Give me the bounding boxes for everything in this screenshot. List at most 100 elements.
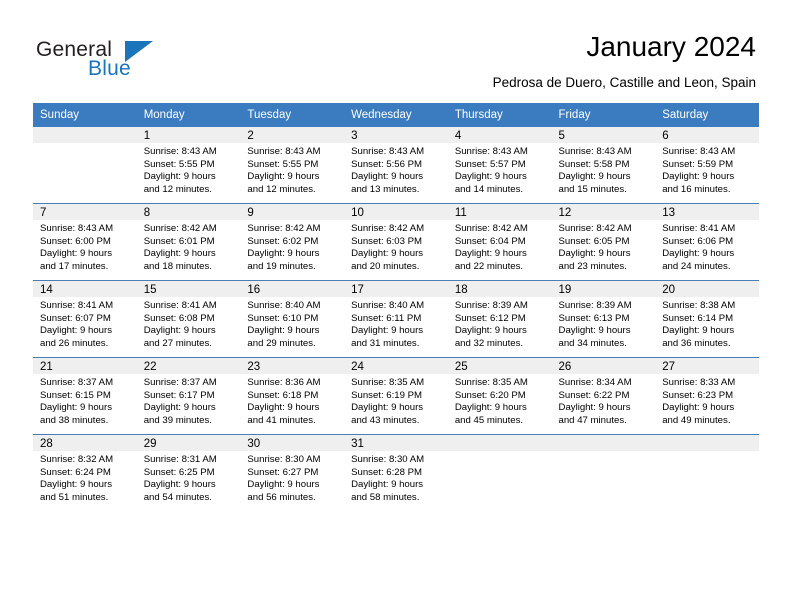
day-cell[interactable]: 8 Sunrise: 8:42 AM Sunset: 6:01 PM Dayli… <box>136 203 241 281</box>
day-details: Sunrise: 8:40 AM Sunset: 6:10 PM Dayligh… <box>240 297 344 350</box>
daylight-text-line1: Daylight: 9 hours <box>143 248 216 260</box>
daylight-text-line2: and 43 minutes. <box>351 414 420 426</box>
day-details: Sunrise: 8:37 AM Sunset: 6:17 PM Dayligh… <box>137 374 241 427</box>
day-cell[interactable]: 18 Sunrise: 8:39 AM Sunset: 6:12 PM Dayl… <box>447 280 552 358</box>
daylight-text-line2: and 26 minutes. <box>40 337 109 349</box>
calendar-week-row: 14 Sunrise: 8:41 AM Sunset: 6:07 PM Dayl… <box>33 280 759 358</box>
daylight-text-line1: Daylight: 9 hours <box>247 248 320 260</box>
sunset-text: Sunset: 6:01 PM <box>143 235 215 247</box>
sunset-text: Sunset: 6:10 PM <box>247 312 319 324</box>
sunset-text: Sunset: 6:15 PM <box>40 389 111 401</box>
daylight-text-line2: and 15 minutes. <box>558 183 627 195</box>
daylight-text-line1: Daylight: 9 hours <box>454 171 527 183</box>
calendar-week-row: 21 Sunrise: 8:37 AM Sunset: 6:15 PM Dayl… <box>33 357 759 435</box>
sunset-text: Sunset: 6:12 PM <box>454 312 526 324</box>
day-details: Sunrise: 8:43 AM Sunset: 5:56 PM Dayligh… <box>344 143 448 196</box>
day-cell[interactable]: 23 Sunrise: 8:36 AM Sunset: 6:18 PM Dayl… <box>240 357 345 435</box>
sunrise-text: Sunrise: 8:42 AM <box>558 223 632 234</box>
brand-logo[interactable]: General Blue <box>36 38 236 86</box>
day-cell[interactable] <box>447 434 552 511</box>
day-cell[interactable]: 19 Sunrise: 8:39 AM Sunset: 6:13 PM Dayl… <box>551 280 656 358</box>
day-details: Sunrise: 8:41 AM Sunset: 6:06 PM Dayligh… <box>655 220 759 273</box>
day-details: Sunrise: 8:43 AM Sunset: 5:59 PM Dayligh… <box>655 143 759 196</box>
day-cell[interactable]: 28 Sunrise: 8:32 AM Sunset: 6:24 PM Dayl… <box>33 434 137 511</box>
sunrise-text: Sunrise: 8:43 AM <box>454 146 528 157</box>
page-header: General Blue January 2024 Pedrosa de Due… <box>0 0 792 98</box>
daylight-text-line1: Daylight: 9 hours <box>247 325 320 337</box>
daylight-text-line1: Daylight: 9 hours <box>662 171 735 183</box>
day-cell[interactable]: 16 Sunrise: 8:40 AM Sunset: 6:10 PM Dayl… <box>240 280 345 358</box>
day-cell[interactable]: 2 Sunrise: 8:43 AM Sunset: 5:55 PM Dayli… <box>240 127 345 204</box>
sunset-text: Sunset: 6:11 PM <box>351 312 422 324</box>
sunrise-text: Sunrise: 8:43 AM <box>558 146 632 157</box>
sunset-text: Sunset: 5:55 PM <box>247 158 319 170</box>
day-cell[interactable]: 12 Sunrise: 8:42 AM Sunset: 6:05 PM Dayl… <box>551 203 656 281</box>
sunset-text: Sunset: 6:14 PM <box>662 312 734 324</box>
sunset-text: Sunset: 6:22 PM <box>558 389 630 401</box>
day-number: 15 <box>136 281 241 297</box>
daylight-text-line1: Daylight: 9 hours <box>454 248 527 260</box>
day-cell[interactable]: 21 Sunrise: 8:37 AM Sunset: 6:15 PM Dayl… <box>33 357 137 435</box>
page-subtitle: Pedrosa de Duero, Castille and Leon, Spa… <box>492 75 756 90</box>
title-block: January 2024 Pedrosa de Duero, Castille … <box>493 30 756 92</box>
day-cell[interactable]: 6 Sunrise: 8:43 AM Sunset: 5:59 PM Dayli… <box>655 127 759 204</box>
day-cell[interactable]: 14 Sunrise: 8:41 AM Sunset: 6:07 PM Dayl… <box>33 280 137 358</box>
day-number: 14 <box>33 281 137 297</box>
day-cell[interactable]: 17 Sunrise: 8:40 AM Sunset: 6:11 PM Dayl… <box>344 280 448 358</box>
day-cell[interactable]: 15 Sunrise: 8:41 AM Sunset: 6:08 PM Dayl… <box>136 280 241 358</box>
calendar-week-row: 1 Sunrise: 8:43 AM Sunset: 5:55 PM Dayli… <box>33 127 759 204</box>
sunrise-text: Sunrise: 8:43 AM <box>351 146 425 157</box>
day-cell[interactable] <box>33 127 137 204</box>
calendar-week-row: 28 Sunrise: 8:32 AM Sunset: 6:24 PM Dayl… <box>33 434 759 511</box>
day-details: Sunrise: 8:41 AM Sunset: 6:08 PM Dayligh… <box>137 297 241 350</box>
day-cell[interactable]: 4 Sunrise: 8:43 AM Sunset: 5:57 PM Dayli… <box>447 127 552 204</box>
day-details: Sunrise: 8:35 AM Sunset: 6:20 PM Dayligh… <box>448 374 552 427</box>
sunrise-text: Sunrise: 8:38 AM <box>662 300 736 311</box>
day-cell[interactable]: 11 Sunrise: 8:42 AM Sunset: 6:04 PM Dayl… <box>447 203 552 281</box>
sunset-text: Sunset: 6:05 PM <box>558 235 630 247</box>
day-cell[interactable] <box>655 434 759 511</box>
day-cell[interactable]: 24 Sunrise: 8:35 AM Sunset: 6:19 PM Dayl… <box>344 357 448 435</box>
sunrise-text: Sunrise: 8:41 AM <box>143 300 217 311</box>
sunset-text: Sunset: 6:08 PM <box>143 312 215 324</box>
day-cell[interactable]: 25 Sunrise: 8:35 AM Sunset: 6:20 PM Dayl… <box>447 357 552 435</box>
day-cell[interactable]: 10 Sunrise: 8:42 AM Sunset: 6:03 PM Dayl… <box>344 203 448 281</box>
day-cell[interactable]: 26 Sunrise: 8:34 AM Sunset: 6:22 PM Dayl… <box>551 357 656 435</box>
day-cell[interactable]: 30 Sunrise: 8:30 AM Sunset: 6:27 PM Dayl… <box>240 434 345 511</box>
day-cell[interactable]: 20 Sunrise: 8:38 AM Sunset: 6:14 PM Dayl… <box>655 280 759 358</box>
day-details: Sunrise: 8:42 AM Sunset: 6:02 PM Dayligh… <box>240 220 344 273</box>
day-cell[interactable]: 22 Sunrise: 8:37 AM Sunset: 6:17 PM Dayl… <box>136 357 241 435</box>
day-details: Sunrise: 8:35 AM Sunset: 6:19 PM Dayligh… <box>344 374 448 427</box>
day-number <box>33 127 137 143</box>
day-number: 4 <box>447 127 552 143</box>
sunrise-text: Sunrise: 8:35 AM <box>454 377 528 388</box>
sunset-text: Sunset: 5:59 PM <box>662 158 734 170</box>
daylight-text-line1: Daylight: 9 hours <box>143 171 216 183</box>
day-details: Sunrise: 8:43 AM Sunset: 5:58 PM Dayligh… <box>552 143 656 196</box>
sunrise-text: Sunrise: 8:43 AM <box>247 146 321 157</box>
day-cell[interactable]: 29 Sunrise: 8:31 AM Sunset: 6:25 PM Dayl… <box>136 434 241 511</box>
day-details: Sunrise: 8:40 AM Sunset: 6:11 PM Dayligh… <box>344 297 448 350</box>
daylight-text-line2: and 12 minutes. <box>143 183 212 195</box>
daylight-text-line1: Daylight: 9 hours <box>454 325 527 337</box>
daylight-text-line1: Daylight: 9 hours <box>662 402 735 414</box>
day-details: Sunrise: 8:38 AM Sunset: 6:14 PM Dayligh… <box>655 297 759 350</box>
page-title: January 2024 <box>586 31 756 62</box>
daylight-text-line2: and 18 minutes. <box>143 260 212 272</box>
sunset-text: Sunset: 6:02 PM <box>247 235 319 247</box>
calendar-header-row: Sunday Monday Tuesday Wednesday Thursday… <box>33 103 759 127</box>
day-cell[interactable]: 31 Sunrise: 8:30 AM Sunset: 6:28 PM Dayl… <box>344 434 448 511</box>
day-cell[interactable]: 5 Sunrise: 8:43 AM Sunset: 5:58 PM Dayli… <box>551 127 656 204</box>
daylight-text-line1: Daylight: 9 hours <box>351 325 424 337</box>
day-cell[interactable]: 27 Sunrise: 8:33 AM Sunset: 6:23 PM Dayl… <box>655 357 759 435</box>
day-cell[interactable]: 7 Sunrise: 8:43 AM Sunset: 6:00 PM Dayli… <box>33 203 137 281</box>
sunrise-text: Sunrise: 8:33 AM <box>662 377 736 388</box>
day-cell[interactable] <box>551 434 656 511</box>
day-cell[interactable]: 13 Sunrise: 8:41 AM Sunset: 6:06 PM Dayl… <box>655 203 759 281</box>
day-cell[interactable]: 1 Sunrise: 8:43 AM Sunset: 5:55 PM Dayli… <box>136 127 241 204</box>
day-number: 26 <box>551 358 656 374</box>
day-cell[interactable]: 3 Sunrise: 8:43 AM Sunset: 5:56 PM Dayli… <box>344 127 448 204</box>
daylight-text-line1: Daylight: 9 hours <box>351 171 424 183</box>
day-cell[interactable]: 9 Sunrise: 8:42 AM Sunset: 6:02 PM Dayli… <box>240 203 345 281</box>
day-number: 18 <box>447 281 552 297</box>
